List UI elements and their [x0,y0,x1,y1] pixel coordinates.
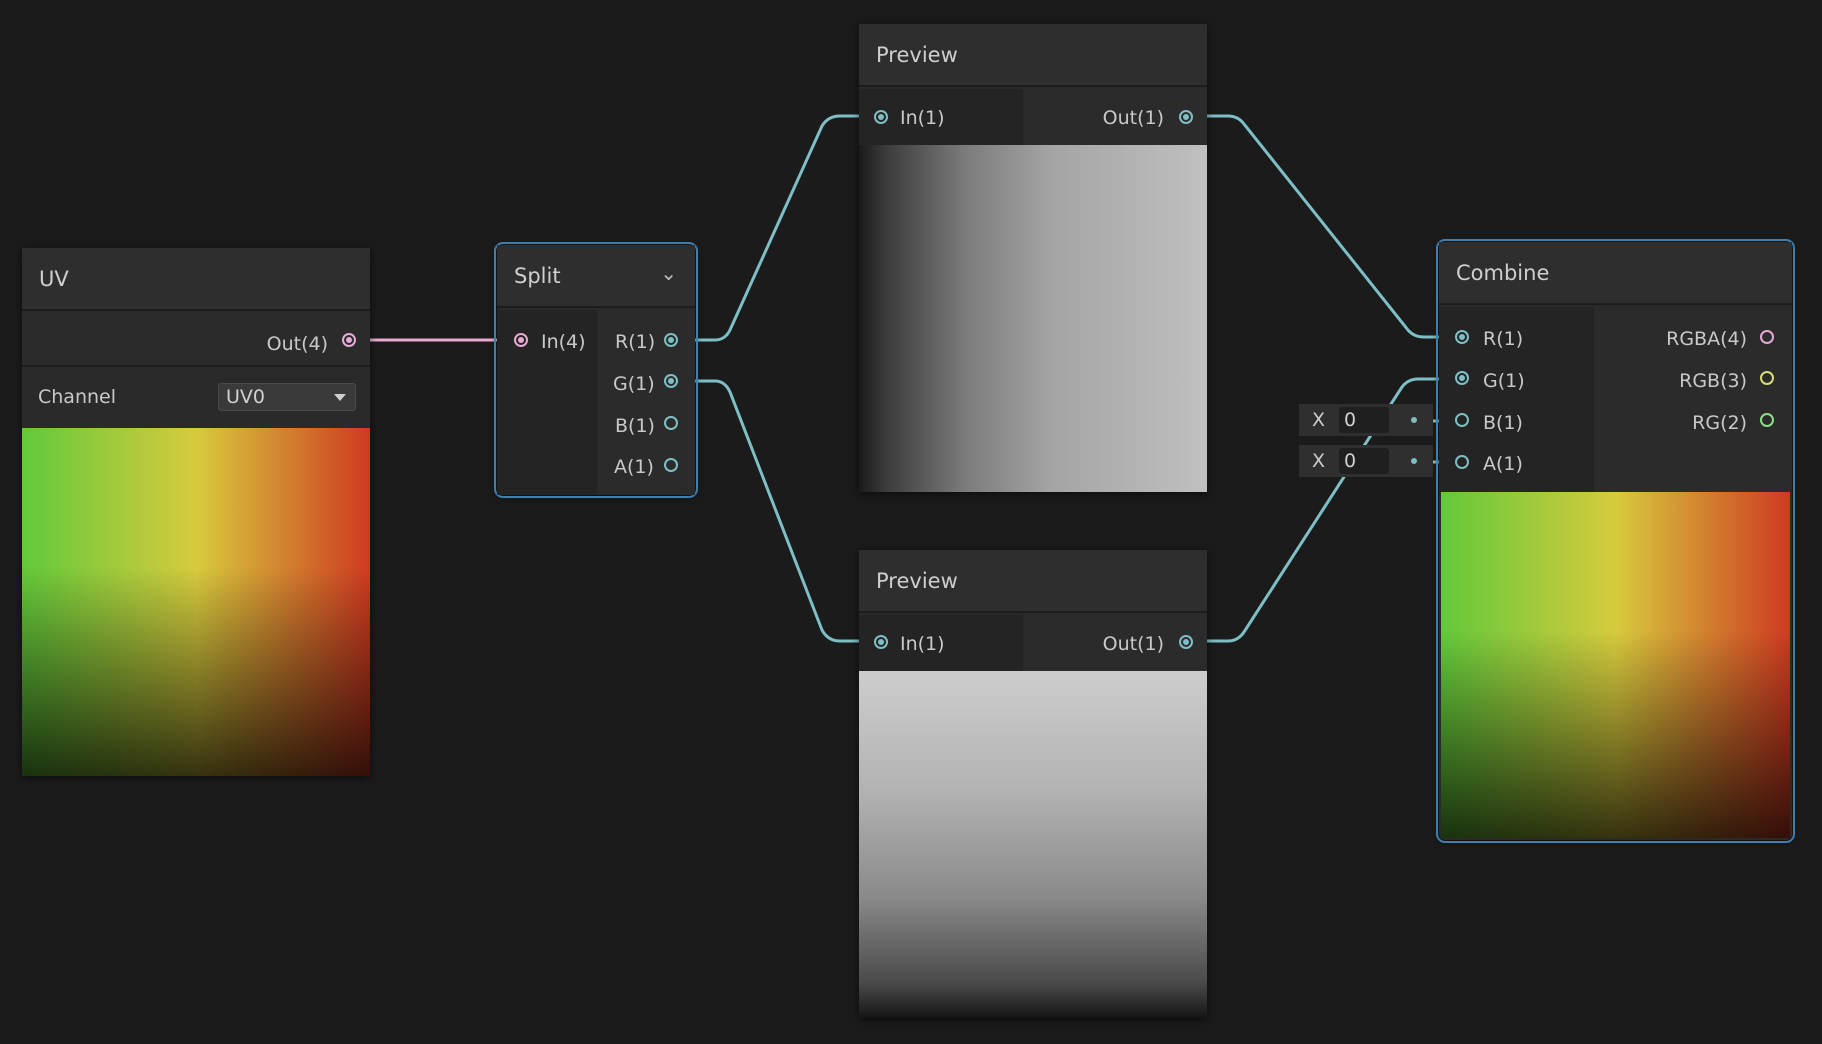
dropdown-arrow-icon [334,394,346,401]
combine-a-inline-field[interactable]: X 0 [1299,445,1433,477]
preview-bottom-image [859,671,1207,1018]
split-output-label-g: G(1) [613,373,655,395]
split-output-label-a: A(1) [614,456,654,478]
split-input-port[interactable] [514,333,528,347]
combine-a-inline-axis: X [1312,450,1326,472]
wire-split-g-to-preview-bottom[interactable] [672,379,880,643]
combine-a-inline-value[interactable]: 0 [1339,448,1389,474]
split-output-port-b[interactable] [664,416,678,430]
combine-node[interactable]: Combine R(1) G(1) B(1) A(1) RGBA(4) RGB(… [1436,239,1795,843]
combine-preview-image [1441,492,1790,838]
combine-node-title: Combine [1439,242,1792,305]
preview-bottom-output-label: Out(1) [1102,633,1164,655]
combine-input-port-r[interactable] [1455,330,1469,344]
channel-dropdown-value: UV0 [226,386,265,408]
channel-dropdown[interactable]: UV0 [218,383,356,411]
combine-output-port-rgb[interactable] [1760,371,1774,385]
preview-top-input-label: In(1) [900,107,945,129]
combine-input-label-a: A(1) [1483,453,1523,475]
split-node[interactable]: Split ⌄ In(4) R(1) G(1) B(1) A(1) [494,242,698,498]
uv-output-label: Out(4) [266,333,328,355]
preview-top-input-port[interactable] [874,110,888,124]
split-output-port-a[interactable] [664,458,678,472]
split-output-label-b: B(1) [615,415,655,437]
combine-output-label-rgb: RGB(3) [1679,370,1747,392]
preview-top-output-label: Out(1) [1102,107,1164,129]
wire-preview-top-to-combine-r[interactable] [1186,114,1462,339]
uv-divider [22,365,370,367]
combine-output-port-rgba[interactable] [1760,330,1774,344]
preview-bottom-title: Preview [859,550,1207,613]
wire-split-r-to-preview-top[interactable] [672,114,880,342]
combine-input-label-b: B(1) [1483,412,1523,434]
chevron-down-icon[interactable]: ⌄ [660,261,677,285]
preview-node-bottom[interactable]: Preview In(1) Out(1) [859,550,1207,1018]
preview-top-title: Preview [859,24,1207,87]
combine-output-label-rg: RG(2) [1692,412,1747,434]
uv-output-port[interactable] [342,333,356,347]
combine-input-label-r: R(1) [1483,328,1524,350]
combine-input-port-b[interactable] [1455,413,1469,427]
split-output-port-r[interactable] [664,333,678,347]
split-input-label: In(4) [541,331,586,353]
preview-top-output-port[interactable] [1179,110,1193,124]
combine-b-inline-field[interactable]: X 0 [1299,404,1433,436]
preview-node-top[interactable]: Preview In(1) Out(1) [859,24,1207,492]
split-output-label-r: R(1) [615,331,656,353]
combine-b-inline-dot [1411,417,1417,423]
combine-output-label-rgba: RGBA(4) [1666,328,1747,350]
uv-preview-image [22,428,370,776]
uv-node[interactable]: UV Out(4) Channel UV0 [22,248,370,776]
combine-input-port-a[interactable] [1455,455,1469,469]
combine-a-inline-dot [1411,458,1417,464]
uv-node-title: UV [22,248,370,311]
combine-input-label-g: G(1) [1483,370,1525,392]
preview-bottom-input-port[interactable] [874,635,888,649]
combine-b-inline-axis: X [1312,409,1326,431]
preview-bottom-output-port[interactable] [1179,635,1193,649]
combine-output-port-rg[interactable] [1760,413,1774,427]
channel-label: Channel [38,386,117,408]
preview-top-image [859,145,1207,492]
combine-b-inline-value[interactable]: 0 [1339,407,1389,433]
combine-input-port-g[interactable] [1455,371,1469,385]
split-output-port-g[interactable] [664,374,678,388]
preview-bottom-input-label: In(1) [900,633,945,655]
